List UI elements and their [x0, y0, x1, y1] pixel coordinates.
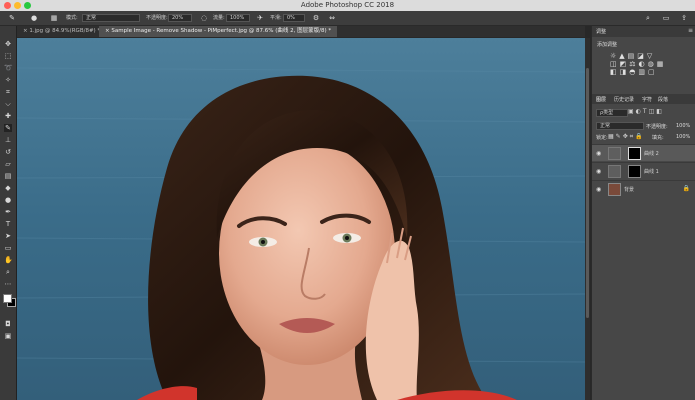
search-icon[interactable]: ⌕ [644, 14, 652, 22]
foreground-color-swatch[interactable] [3, 294, 12, 303]
brush-preset-icon[interactable]: ● [30, 14, 38, 22]
adjustment-icons-row-2[interactable]: ◫◩⚖◐◍▦ [610, 60, 688, 68]
layer-row-curves-1[interactable]: ◉ 曲线 1 [592, 162, 695, 179]
settings-gear-icon[interactable]: ⚙ [312, 14, 320, 22]
fill-label: 填充: [652, 135, 664, 141]
layer-mask-thumbnail[interactable] [628, 147, 641, 160]
layer-opacity-value[interactable]: 100% [676, 123, 690, 129]
share-icon[interactable]: ⇪ [680, 14, 688, 22]
history-brush-tool-icon[interactable]: ↺ [4, 148, 12, 156]
move-tool-icon[interactable]: ✥ [4, 40, 12, 48]
crop-tool-icon[interactable]: ⌗ [4, 88, 12, 96]
tab-label: Sample Image - Remove Shadow - PiMperfec… [111, 28, 332, 34]
adjustment-icons-row-3[interactable]: ◧◨◓▥▢ [610, 68, 688, 76]
adjustments-panel-title[interactable]: 调整 [596, 28, 606, 35]
tab-document-1[interactable]: × 1.jpg @ 84.9%(RGB/8#) * [17, 26, 106, 37]
brush-panel-icon[interactable]: ▦ [50, 14, 58, 22]
layer-name: 曲线 1 [644, 169, 659, 175]
layer-opacity-label: 不透明度: [646, 124, 668, 130]
tab-history[interactable]: 历史记录 [614, 96, 634, 103]
mode-label: 模式: [66, 15, 78, 21]
tab-character[interactable]: 字符 [642, 96, 652, 103]
blur-tool-icon[interactable]: ◆ [4, 184, 12, 192]
background-thumbnail [608, 183, 621, 196]
layers-panel-tabs: 图层 历史记录 字符 段落 [592, 94, 695, 104]
brush-tool-icon[interactable]: ✎ [8, 14, 16, 22]
type-tool-icon[interactable]: T [4, 220, 12, 228]
healing-tool-icon[interactable]: ✚ [4, 112, 12, 120]
tab-label: 1.jpg @ 84.9%(RGB/8#) * [29, 28, 101, 34]
tab-document-2[interactable]: × Sample Image - Remove Shadow - PiMperf… [99, 26, 338, 37]
document-canvas[interactable] [17, 38, 585, 400]
window-title: Adobe Photoshop CC 2018 [300, 1, 395, 9]
dodge-tool-icon[interactable]: ● [4, 196, 12, 204]
curves-adjustment-icon [608, 165, 621, 178]
flow-field[interactable]: 100% [226, 14, 250, 22]
scrollbar-thumb[interactable] [586, 68, 589, 318]
tools-panel: ✥ ⬚ ➰ ✧ ⌗ ⌵ ✚ ✎ ⊥ ↺ ▱ ▤ ◆ ● ✒ T ➤ ▭ ✋ ⌕ … [0, 26, 17, 400]
symmetry-icon[interactable]: ⇔ [328, 14, 336, 22]
layer-filter-select[interactable]: ρ类型 [596, 109, 628, 117]
eye-icon[interactable]: ◉ [596, 150, 601, 157]
brush-tool-icon-active[interactable]: ✎ [4, 124, 12, 132]
layer-row-background[interactable]: ◉ 背景 🔒 [592, 180, 695, 197]
layer-filter-icons[interactable]: ▣◐T◫◧ [628, 108, 664, 115]
portrait-photo [17, 38, 585, 400]
smoothing-label: 平滑: [270, 15, 282, 21]
opacity-label: 不透明度: [146, 15, 168, 21]
adjustments-subtitle: 添加调整 [597, 42, 618, 48]
adjustments-panel-header: 调整 ≡ [592, 26, 695, 37]
gradient-tool-icon[interactable]: ▤ [4, 172, 12, 180]
screen-mode-icon[interactable]: ▣ [4, 332, 12, 340]
adjustment-icons-grid: ☼▲▤◪▽ ◫◩⚖◐◍▦ ◧◨◓▥▢ [610, 52, 688, 76]
curves-adjustment-icon [608, 147, 621, 160]
layer-name: 曲线 2 [644, 151, 659, 157]
pen-tool-icon[interactable]: ✒ [4, 208, 12, 216]
mode-select[interactable]: 正常 [82, 14, 140, 22]
marquee-tool-icon[interactable]: ⬚ [4, 52, 12, 60]
panel-menu-icon[interactable]: ≡ [688, 27, 693, 34]
quick-select-tool-icon[interactable]: ✧ [4, 76, 12, 84]
blend-mode-select[interactable]: 正常 [596, 122, 644, 130]
flow-label: 流量: [213, 15, 225, 21]
pressure-opacity-icon[interactable]: ◌ [200, 14, 208, 22]
lock-icons[interactable]: ▦✎✥⌗🔒 [608, 133, 645, 141]
layer-name: 背景 [624, 187, 635, 193]
rectangle-tool-icon[interactable]: ▭ [4, 244, 12, 252]
smoothing-field[interactable]: 0% [283, 14, 305, 22]
tab-layers[interactable]: 图层 [596, 96, 606, 103]
canvas-vertical-scrollbar[interactable] [585, 38, 590, 400]
opacity-field[interactable]: 20% [168, 14, 192, 22]
eye-icon[interactable]: ◉ [596, 168, 601, 175]
layer-mask-thumbnail[interactable] [628, 165, 641, 178]
tab-paragraph[interactable]: 段落 [658, 96, 668, 103]
eraser-tool-icon[interactable]: ▱ [4, 160, 12, 168]
lock-label: 锁定: [596, 135, 608, 141]
workspace-icon[interactable]: ▭ [662, 14, 670, 22]
options-bar: ✎ ● ▦ 模式: 正常 不透明度: 20% ◌ 流量: 100% ✈ 平滑: … [0, 11, 695, 26]
airbrush-icon[interactable]: ✈ [256, 14, 264, 22]
lasso-tool-icon[interactable]: ➰ [4, 64, 13, 72]
eye-icon[interactable]: ◉ [596, 186, 601, 193]
adjustment-icons-row-1[interactable]: ☼▲▤◪▽ [610, 52, 688, 60]
zoom-tool-icon[interactable]: ⌕ [4, 268, 12, 276]
eyedropper-tool-icon[interactable]: ⌵ [4, 100, 12, 108]
clone-stamp-tool-icon[interactable]: ⊥ [4, 136, 12, 144]
quick-mask-icon[interactable]: ◘ [4, 320, 12, 328]
fill-value[interactable]: 100% [676, 134, 690, 140]
lock-icon: 🔒 [682, 185, 690, 192]
right-panel-dock: 调整 ≡ 添加调整 ☼▲▤◪▽ ◫◩⚖◐◍▦ ◧◨◓▥▢ 图层 历史记录 字符 … [591, 26, 695, 400]
document-tabs: × 1.jpg @ 84.9%(RGB/8#) * × Sample Image… [17, 26, 585, 37]
hand-tool-icon[interactable]: ✋ [4, 256, 13, 264]
title-bar: Adobe Photoshop CC 2018 [0, 0, 695, 11]
path-select-tool-icon[interactable]: ➤ [4, 232, 12, 240]
layer-row-curves-2[interactable]: ◉ 曲线 2 [592, 144, 695, 161]
more-tools-icon[interactable]: ⋯ [4, 280, 12, 288]
